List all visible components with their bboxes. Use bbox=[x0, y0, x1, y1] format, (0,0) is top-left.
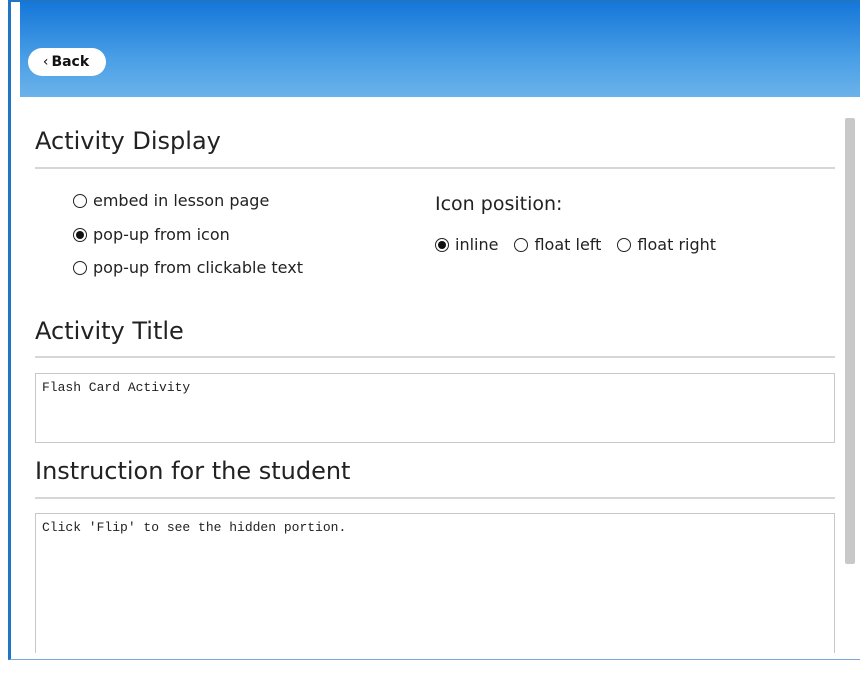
instruction-textarea[interactable]: Click 'Flip' to see the hidden portion. bbox=[35, 513, 835, 653]
radio-pop-up-from-icon[interactable]: pop-up from icon bbox=[73, 225, 230, 244]
vertical-scrollbar[interactable] bbox=[845, 118, 855, 564]
activity-display-heading: Activity Display bbox=[35, 127, 221, 155]
radio-float-left[interactable]: float left bbox=[514, 235, 601, 254]
app-frame: ‹ Back Activity Display embed in lesson … bbox=[8, 0, 860, 660]
radio-embed-in-lesson-page[interactable]: embed in lesson page bbox=[73, 191, 269, 210]
radio-label: pop-up from clickable text bbox=[93, 258, 303, 277]
radio-button[interactable] bbox=[514, 237, 529, 252]
icon-position-options: inline float left float right bbox=[435, 235, 716, 254]
activity-title-input[interactable]: Flash Card Activity bbox=[35, 373, 835, 443]
radio-label: float right bbox=[637, 235, 717, 254]
divider bbox=[35, 497, 835, 499]
radio-button-selected[interactable] bbox=[73, 227, 87, 242]
radio-inline[interactable]: inline bbox=[435, 235, 498, 254]
header-bar: ‹ Back bbox=[20, 2, 860, 97]
settings-panel: Activity Display embed in lesson page po… bbox=[35, 97, 837, 657]
radio-label: float left bbox=[534, 235, 602, 254]
radio-float-right[interactable]: float right bbox=[617, 235, 716, 254]
radio-label: pop-up from icon bbox=[93, 225, 230, 244]
icon-position-label: Icon position: bbox=[435, 193, 563, 215]
instruction-heading: Instruction for the student bbox=[35, 457, 351, 485]
back-button-label: Back bbox=[51, 54, 90, 70]
back-button[interactable]: ‹ Back bbox=[28, 48, 106, 76]
radio-button[interactable] bbox=[73, 260, 87, 275]
divider bbox=[35, 167, 835, 169]
radio-button[interactable] bbox=[617, 237, 632, 252]
radio-label: embed in lesson page bbox=[93, 191, 270, 210]
chevron-left-icon: ‹ bbox=[42, 54, 49, 70]
divider bbox=[35, 356, 835, 358]
radio-label: inline bbox=[455, 235, 499, 254]
activity-title-heading: Activity Title bbox=[35, 317, 184, 345]
radio-pop-up-from-clickable-text[interactable]: pop-up from clickable text bbox=[73, 258, 303, 277]
radio-button-selected[interactable] bbox=[435, 237, 449, 252]
radio-button[interactable] bbox=[73, 193, 87, 208]
